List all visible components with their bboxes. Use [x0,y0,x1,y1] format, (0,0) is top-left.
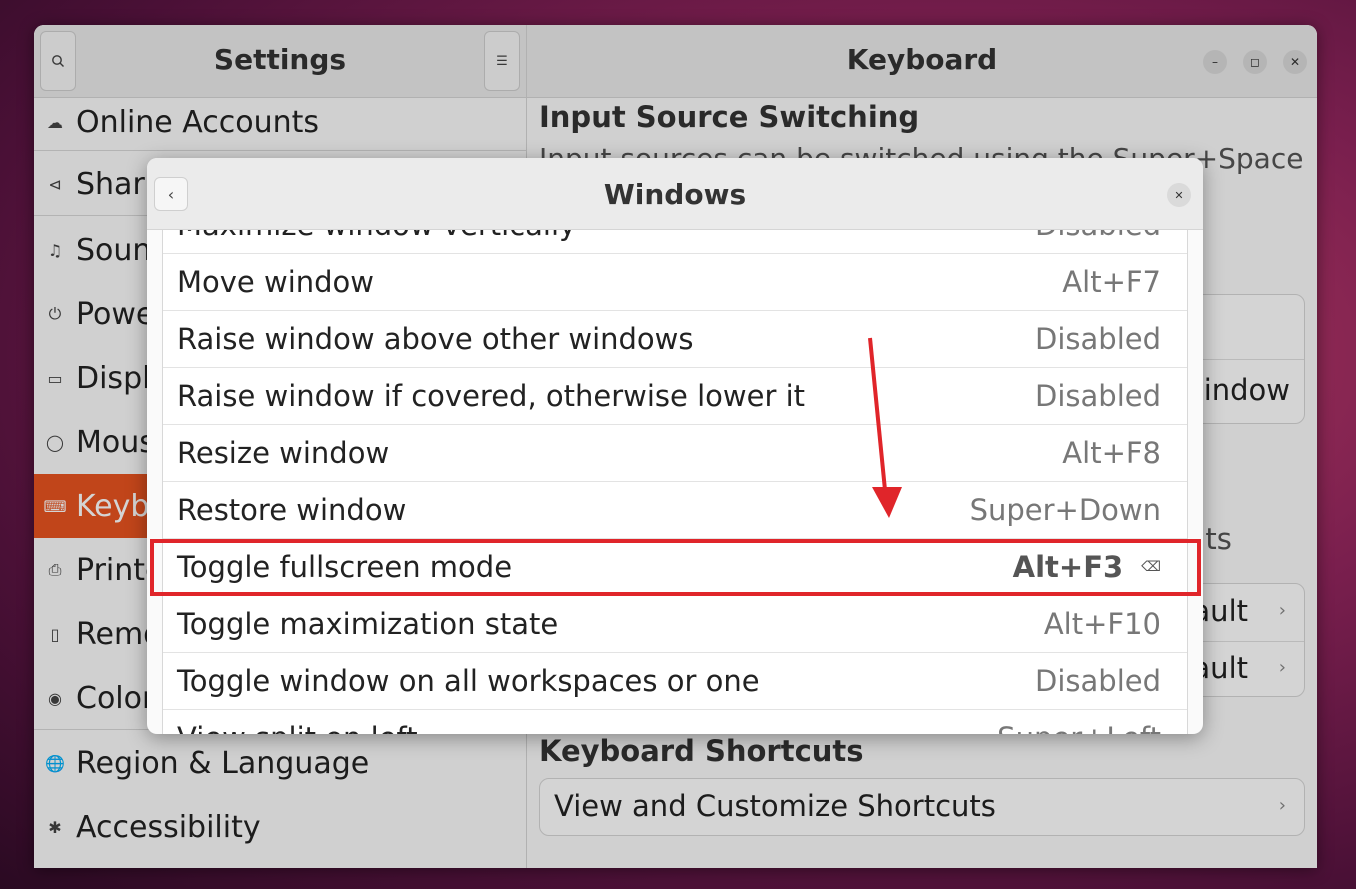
annotation-arrow-icon [868,337,902,518]
